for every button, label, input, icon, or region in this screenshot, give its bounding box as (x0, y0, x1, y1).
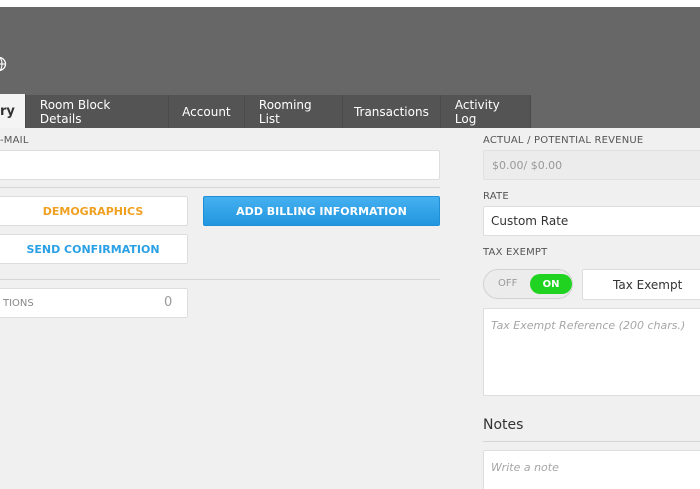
tab-room-block-details[interactable]: Room Block Details (25, 95, 169, 128)
top-strip (0, 0, 700, 7)
add-billing-information-button[interactable]: ADD BILLING INFORMATION (203, 196, 440, 226)
revenue-label: ACTUAL / POTENTIAL REVENUE (483, 135, 644, 146)
send-confirmation-button[interactable]: SEND CONFIRMATION (0, 234, 188, 264)
tab-activity-log[interactable]: Activity Log (440, 95, 531, 128)
left-divider-1 (0, 187, 440, 188)
revenue-value: $0.00/ $0.00 (492, 159, 563, 172)
email-label: -MAIL (0, 135, 29, 146)
email-field[interactable] (0, 150, 440, 180)
tax-exempt-reference-input[interactable]: Tax Exempt Reference (200 chars.) (483, 308, 700, 396)
tax-exempt-button-label: Tax Exempt (613, 278, 683, 292)
toggle-off-label: OFF (498, 278, 518, 289)
tab-summary[interactable]: ry (0, 94, 26, 128)
revenue-field: $0.00/ $0.00 (483, 150, 700, 180)
rate-value: Custom Rate (491, 214, 569, 228)
tab-bar: ry Room Block Details Account Rooming Li… (0, 94, 531, 128)
note-input[interactable]: Write a note (483, 450, 700, 489)
tax-exempt-reference-placeholder: Tax Exempt Reference (200 chars.) (491, 319, 686, 332)
tab-transactions[interactable]: Transactions (342, 95, 441, 128)
tax-exempt-toggle[interactable]: OFF ON (483, 269, 573, 299)
left-divider-2 (0, 279, 440, 280)
tax-exempt-label: TAX EXEMPT (483, 247, 548, 258)
tab-rooming-list[interactable]: Rooming List (244, 95, 343, 128)
demographics-button[interactable]: DEMOGRAPHICS (0, 196, 188, 226)
main-content: -MAIL DEMOGRAPHICS ADD BILLING INFORMATI… (0, 128, 700, 489)
globe-icon[interactable] (0, 56, 7, 72)
toggle-on-knob: ON (530, 274, 572, 294)
tax-exempt-button[interactable]: Tax Exempt (582, 269, 700, 300)
note-placeholder: Write a note (491, 461, 559, 474)
notes-divider (483, 441, 700, 442)
tab-account[interactable]: Account (168, 95, 245, 128)
notes-title: Notes (483, 417, 524, 433)
notifications-label: TIONS (3, 298, 34, 309)
notifications-row[interactable]: TIONS 0 (0, 288, 188, 318)
page-header: ry Room Block Details Account Rooming Li… (0, 7, 700, 128)
rate-field[interactable]: Custom Rate (483, 206, 700, 236)
rate-label: RATE (483, 191, 509, 202)
notifications-count: 0 (164, 295, 173, 310)
